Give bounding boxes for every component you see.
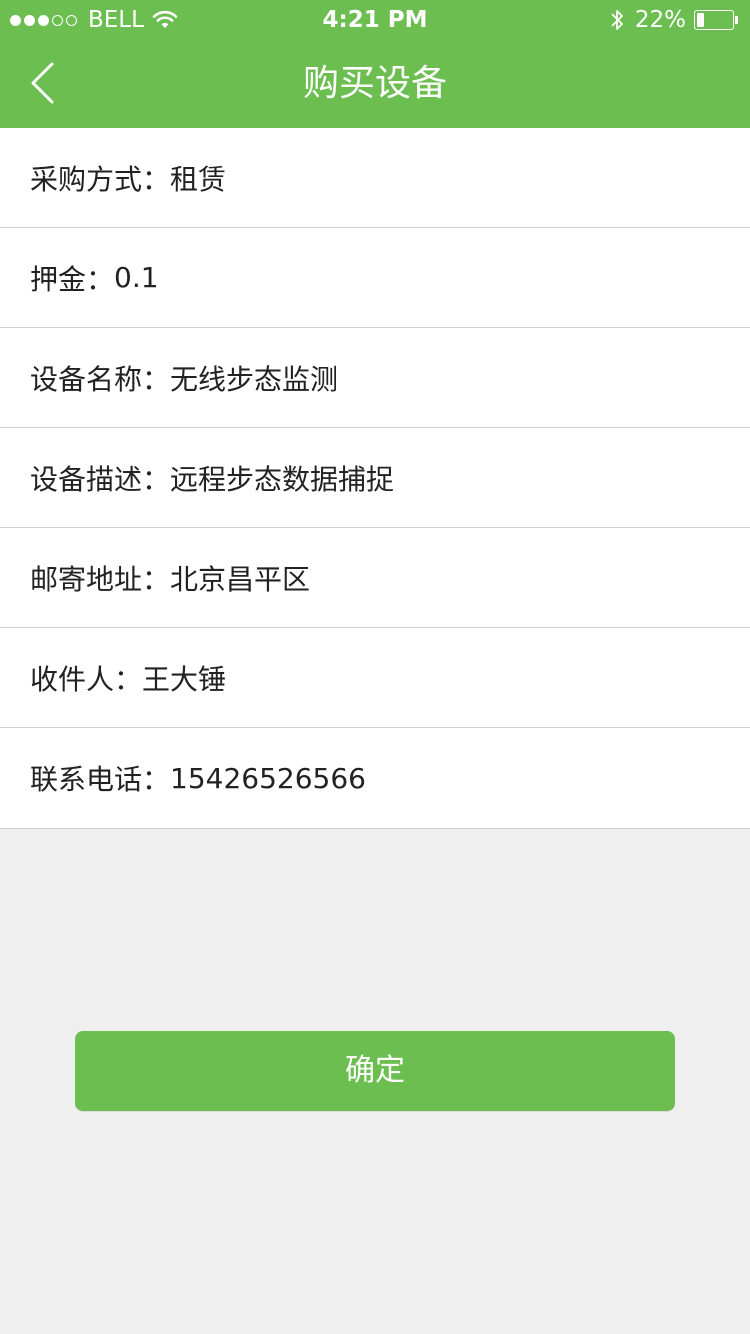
- status-bar: BELL 4:21 PM 22%: [0, 0, 750, 40]
- recipient-row: 收件人：王大锤: [0, 628, 750, 728]
- row-value: 王大锤: [142, 662, 227, 696]
- battery-tip: [735, 16, 738, 24]
- row-separator: ：: [142, 562, 171, 596]
- mailing-address-row: 邮寄地址：北京昌平区: [0, 528, 750, 628]
- device-name-row: 设备名称：无线步态监测: [0, 328, 750, 428]
- deposit-row: 押金： 0.1: [0, 228, 750, 328]
- nav-bar: 购买设备: [0, 40, 750, 128]
- purchase-method-row: 采购方式：租赁: [0, 128, 750, 228]
- row-separator: ：: [142, 462, 171, 496]
- row-separator: ：: [142, 763, 171, 796]
- battery-icon: [694, 10, 740, 30]
- row-separator: ：: [142, 162, 171, 196]
- header: BELL 4:21 PM 22% 购买设备: [0, 0, 750, 128]
- row-value: 北京昌平区: [170, 562, 311, 596]
- row-separator: ：: [86, 262, 115, 296]
- battery-percent: 22%: [634, 7, 686, 33]
- row-value: 无线步态监测: [170, 362, 339, 396]
- row-separator: ：: [142, 362, 171, 396]
- confirm-button[interactable]: 确定: [75, 1031, 675, 1111]
- phone-row: 联系电话： 15426526566: [0, 728, 750, 828]
- row-label: 邮寄地址: [30, 562, 143, 596]
- row-value: 15426526566: [170, 761, 366, 795]
- row-label: 设备描述: [30, 462, 143, 496]
- order-info-list: 采购方式：租赁 押金： 0.1 设备名称：无线步态监测 设备描述：远程步态数据捕捉…: [0, 128, 750, 829]
- row-label: 设备名称: [30, 362, 143, 396]
- row-value: 租赁: [170, 162, 227, 196]
- row-separator: ：: [114, 662, 143, 696]
- row-value: 远程步态数据捕捉: [170, 462, 395, 496]
- device-description-row: 设备描述：远程步态数据捕捉: [0, 428, 750, 528]
- row-label: 押金: [30, 262, 87, 296]
- row-value: 0.1: [114, 261, 159, 294]
- bluetooth-icon: [611, 10, 623, 30]
- row-label: 采购方式: [30, 162, 143, 196]
- row-label: 联系电话: [30, 763, 143, 796]
- battery-fill: [697, 13, 704, 27]
- status-right: 22%: [609, 0, 740, 40]
- row-label: 收件人: [30, 662, 115, 696]
- page-title: 购买设备: [302, 63, 447, 104]
